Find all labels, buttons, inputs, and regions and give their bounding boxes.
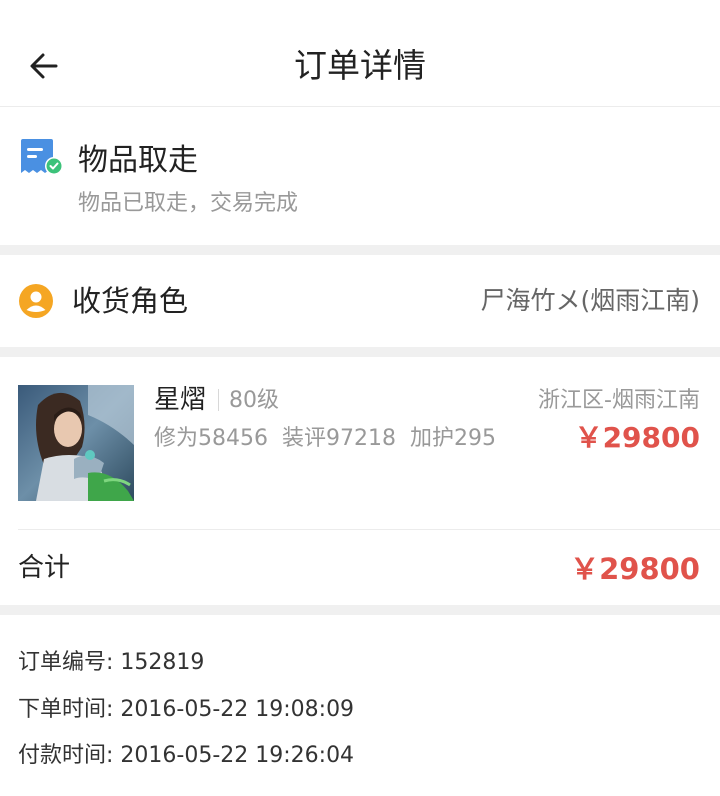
order-number: 订单编号: 152819 bbox=[18, 650, 205, 675]
stat-equip-score: 装评97218 bbox=[282, 426, 396, 451]
item-price: ￥29800 bbox=[574, 421, 700, 454]
stat-protection: 加护295 bbox=[410, 426, 496, 451]
receiver-section: 收货角色 尸海竹メ(烟雨江南) bbox=[0, 255, 720, 347]
order-detail-page: 订单详情 物品取走 物品已取走，交易完成 收货角色 尸海竹メ(烟雨江南) 星熠 … bbox=[0, 0, 720, 796]
total-price: ￥29800 bbox=[570, 552, 700, 586]
receiver-label: 收货角色 bbox=[72, 284, 189, 318]
character-portrait-image bbox=[18, 385, 134, 501]
page-title: 订单详情 bbox=[294, 46, 426, 85]
payment-time: 付款时间: 2016-05-22 19:26:04 bbox=[18, 743, 355, 768]
item-level: 80级 bbox=[229, 388, 279, 413]
item-section: 星熠 80级 修为58456 装评97218 加护295 浙江区-烟雨江南 ￥298… bbox=[0, 357, 720, 605]
order-status-section: 物品取走 物品已取走，交易完成 bbox=[0, 107, 720, 245]
order-info-section: 订单编号: 152819 下单时间: 2016-05-22 19:08:09 付… bbox=[0, 615, 720, 796]
user-circle-icon bbox=[19, 284, 53, 318]
name-divider bbox=[218, 389, 219, 411]
item-stats: 修为58456 装评97218 加护295 bbox=[154, 423, 510, 455]
order-time: 下单时间: 2016-05-22 19:08:09 bbox=[18, 697, 355, 722]
item-name: 星熠 bbox=[154, 385, 207, 415]
section-divider bbox=[0, 347, 720, 357]
status-title: 物品取走 bbox=[78, 143, 198, 178]
section-divider bbox=[0, 605, 720, 615]
item-divider bbox=[18, 529, 720, 530]
item-thumbnail[interactable] bbox=[18, 385, 134, 501]
item-server: 浙江区-烟雨江南 bbox=[538, 388, 700, 413]
total-label: 合计 bbox=[18, 553, 71, 583]
receiver-value: 尸海竹メ(烟雨江南) bbox=[480, 286, 700, 315]
receipt-check-icon bbox=[21, 139, 63, 175]
status-subtitle: 物品已取走，交易完成 bbox=[78, 191, 299, 216]
section-divider bbox=[0, 245, 720, 255]
stat-cultivation: 修为58456 bbox=[154, 426, 268, 451]
header-bar: 订单详情 bbox=[0, 0, 720, 107]
